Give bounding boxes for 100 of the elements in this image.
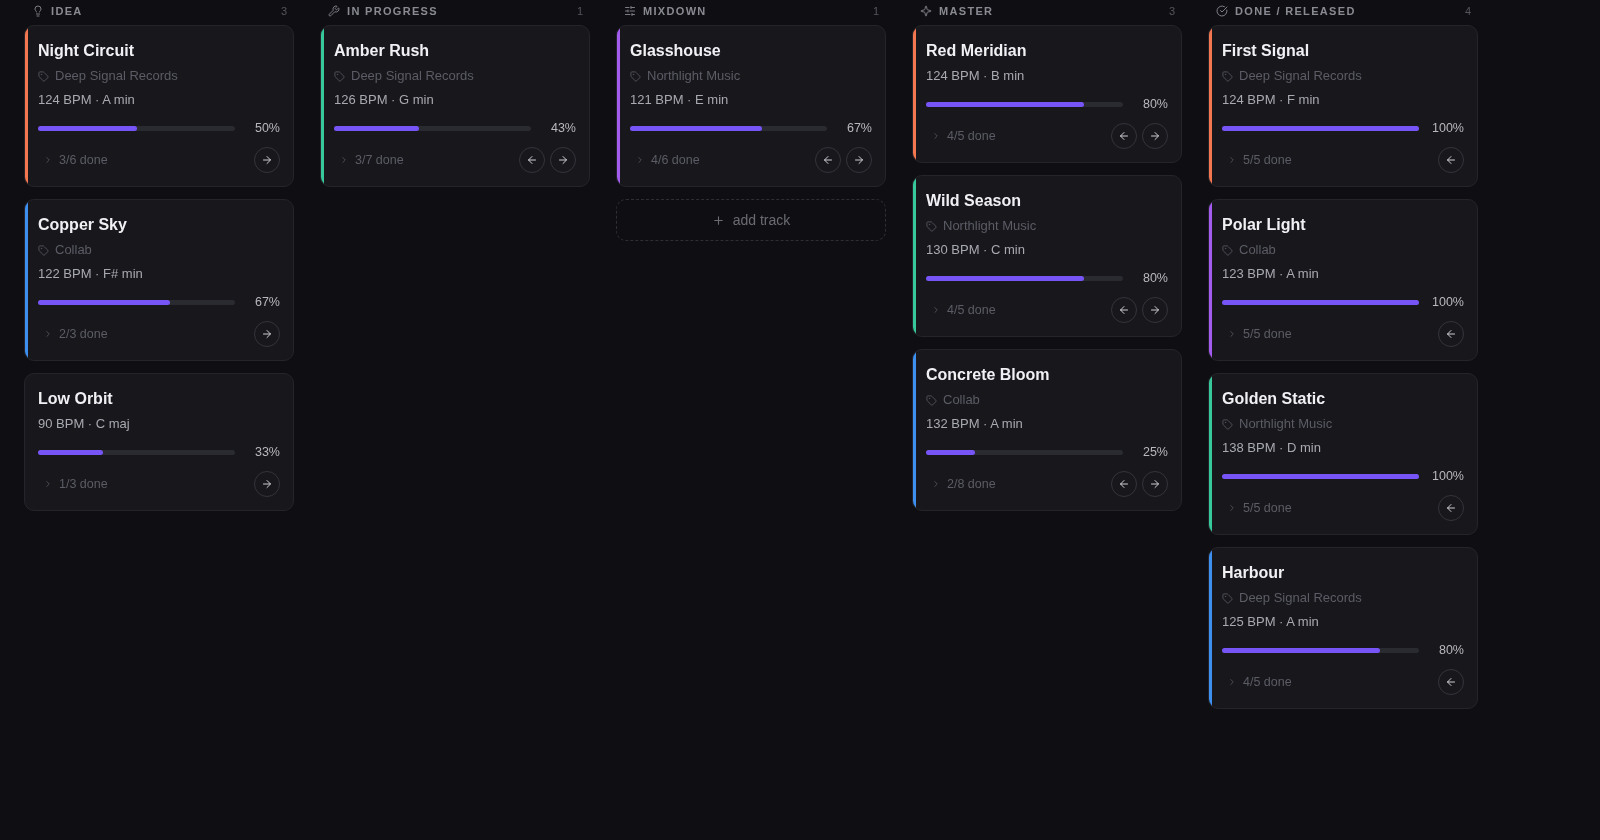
arrow-left-icon: [822, 154, 834, 166]
progress-percent: 33%: [254, 444, 280, 460]
tempo-key: 124 BPM · F min: [1222, 90, 1464, 110]
track-card[interactable]: Red Meridian 124 BPM · B min 80% 4/5 done: [912, 25, 1182, 163]
progress-percent: 43%: [550, 120, 576, 136]
label-name: Collab: [1239, 241, 1276, 259]
subtasks-toggle[interactable]: 5/5 done: [1227, 500, 1292, 516]
chevron-right-icon: [931, 479, 941, 489]
chevron-right-icon: [43, 329, 53, 339]
column-title: MASTER: [939, 4, 994, 18]
arrow-left-icon: [1118, 304, 1130, 316]
track-card[interactable]: Night Circuit Deep Signal Records 124 BPM · A min 50% 3/6 done: [24, 25, 294, 187]
column-count: 3: [1168, 4, 1175, 18]
arrow-left-icon: [1445, 154, 1457, 166]
chevron-right-icon: [339, 155, 349, 165]
track-card[interactable]: Glasshouse Northlight Music 121 BPM · E min 67% 4/6 done: [616, 25, 886, 187]
track-card[interactable]: First Signal Deep Signal Records 124 BPM · F min 100% 5/5 done: [1208, 25, 1478, 187]
track-title: Concrete Bloom: [926, 365, 1051, 385]
track-card[interactable]: Low Orbit 90 BPM · C maj 33% 1/3 done: [24, 373, 294, 511]
subtasks-toggle[interactable]: 5/5 done: [1227, 152, 1292, 168]
wrench-icon: [328, 5, 340, 17]
track-card[interactable]: Polar Light Collab 123 BPM · A min 100% 5/5 done: [1208, 199, 1478, 361]
column-count: 1: [872, 4, 879, 18]
tag-icon: [38, 70, 49, 82]
chevron-right-icon: [1227, 677, 1237, 687]
track-title: Glasshouse: [630, 41, 722, 61]
subtasks-toggle[interactable]: 5/5 done: [1227, 326, 1292, 342]
sparkle-icon: [920, 5, 932, 17]
chevron-right-icon: [1227, 329, 1237, 339]
progress-percent: 67%: [254, 294, 280, 310]
column-title: IN PROGRESS: [347, 4, 438, 18]
arrow-right-icon: [261, 328, 273, 340]
subtasks-toggle[interactable]: 2/8 done: [931, 476, 996, 492]
label-name: Deep Signal Records: [1239, 589, 1362, 607]
plus-icon: [711, 213, 725, 227]
progress-percent: 80%: [1438, 642, 1464, 658]
tempo-key: 125 BPM · A min: [1222, 612, 1464, 632]
progress-percent: 100%: [1432, 294, 1464, 310]
tempo-key: 122 BPM · F# min: [38, 264, 280, 284]
chevron-right-icon: [43, 155, 53, 165]
arrow-left-icon: [1445, 502, 1457, 514]
subtasks-toggle[interactable]: 4/5 done: [931, 128, 996, 144]
column-count: 4: [1464, 4, 1471, 18]
track-title: Amber Rush: [334, 41, 431, 61]
track-title: Golden Static: [1222, 389, 1327, 409]
tempo-key: 90 BPM · C maj: [38, 414, 280, 434]
tempo-key: 126 BPM · G min: [334, 90, 576, 110]
tag-icon: [1222, 592, 1233, 604]
arrow-right-icon: [557, 154, 569, 166]
track-title: Low Orbit: [38, 389, 114, 409]
tag-icon: [1222, 418, 1233, 430]
track-card[interactable]: Harbour Deep Signal Records 125 BPM · A min 80% 4/5 done: [1208, 547, 1478, 709]
add-track-button[interactable]: add track: [616, 199, 886, 241]
subtasks-toggle[interactable]: 4/5 done: [1227, 674, 1292, 690]
tempo-key: 130 BPM · C min: [926, 240, 1168, 260]
lightbulb-icon: [32, 5, 44, 17]
progress-percent: 25%: [1142, 444, 1168, 460]
tag-icon: [1222, 70, 1233, 82]
chevron-right-icon: [43, 479, 53, 489]
subtasks-toggle[interactable]: 3/6 done: [43, 152, 108, 168]
progress-percent: 80%: [1142, 96, 1168, 112]
label-name: Deep Signal Records: [351, 67, 474, 85]
chevron-right-icon: [1227, 155, 1237, 165]
label-name: Collab: [55, 241, 92, 259]
track-card[interactable]: Concrete Bloom Collab 132 BPM · A min 25% 2/8 done: [912, 349, 1182, 511]
label-name: Deep Signal Records: [55, 67, 178, 85]
tempo-key: 138 BPM · D min: [1222, 438, 1464, 458]
track-card[interactable]: Copper Sky Collab 122 BPM · F# min 67% 2/3 done: [24, 199, 294, 361]
track-card[interactable]: Wild Season Northlight Music 130 BPM · C min 80% 4/5 done: [912, 175, 1182, 337]
tempo-key: 123 BPM · A min: [1222, 264, 1464, 284]
label-name: Deep Signal Records: [1239, 67, 1362, 85]
track-title: First Signal: [1222, 41, 1311, 61]
label-name: Northlight Music: [647, 67, 741, 85]
subtasks-toggle[interactable]: 3/7 done: [339, 152, 404, 168]
tag-icon: [334, 70, 345, 82]
track-card[interactable]: Amber Rush Deep Signal Records 126 BPM · G min 43% 3/7 done: [320, 25, 590, 187]
tempo-key: 132 BPM · A min: [926, 414, 1168, 434]
track-card[interactable]: Golden Static Northlight Music 138 BPM · D min 100% 5/5 done: [1208, 373, 1478, 535]
arrow-right-icon: [853, 154, 865, 166]
arrow-right-icon: [261, 154, 273, 166]
subtasks-toggle[interactable]: 4/5 done: [931, 302, 996, 318]
track-title: Red Meridian: [926, 41, 1028, 61]
arrow-right-icon: [261, 478, 273, 490]
tag-icon: [1222, 244, 1233, 256]
column-count: 3: [280, 4, 287, 18]
subtasks-toggle[interactable]: 4/6 done: [635, 152, 700, 168]
tag-icon: [630, 70, 641, 82]
arrow-right-icon: [1149, 304, 1161, 316]
arrow-left-icon: [1445, 328, 1457, 340]
chevron-right-icon: [931, 305, 941, 315]
subtasks-toggle[interactable]: 2/3 done: [43, 326, 108, 342]
column-title: DONE / RELEASED: [1235, 4, 1356, 18]
track-title: Harbour: [1222, 563, 1286, 583]
chevron-right-icon: [635, 155, 645, 165]
tag-icon: [926, 220, 937, 232]
tag-icon: [38, 244, 49, 256]
check-circle-icon: [1216, 5, 1228, 17]
tempo-key: 124 BPM · A min: [38, 90, 280, 110]
track-title: Night Circuit: [38, 41, 135, 61]
subtasks-toggle[interactable]: 1/3 done: [43, 476, 108, 492]
